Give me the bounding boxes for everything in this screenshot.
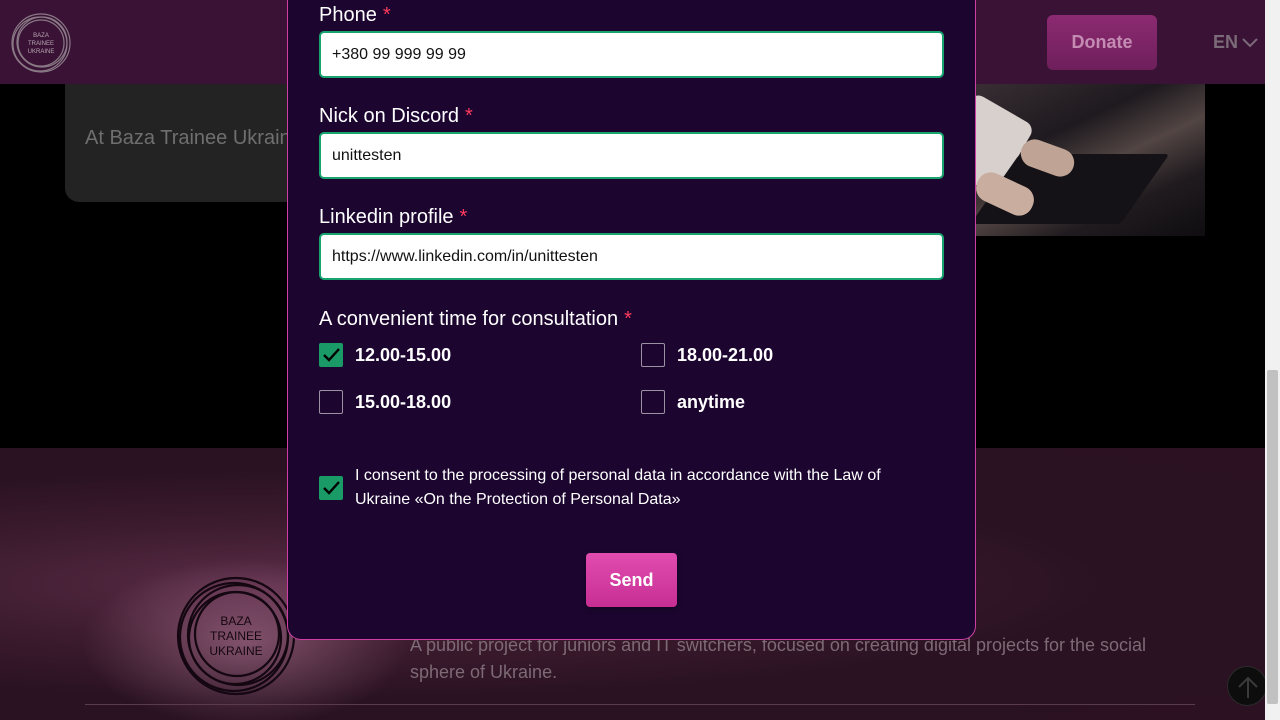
- scroll-to-top-button[interactable]: [1227, 666, 1267, 706]
- discord-input[interactable]: [319, 132, 944, 179]
- time-option-label[interactable]: 12.00-15.00: [355, 345, 451, 366]
- background-photo: [960, 84, 1205, 236]
- scrollbar-thumb[interactable]: [1267, 370, 1278, 704]
- svg-text:BAZA: BAZA: [220, 614, 251, 628]
- consent-text: I consent to the processing of personal …: [355, 467, 881, 508]
- phone-input[interactable]: [319, 31, 944, 78]
- time-option-label[interactable]: anytime: [677, 392, 745, 413]
- language-label: EN: [1213, 32, 1239, 52]
- svg-text:TRAINEE: TRAINEE: [210, 629, 262, 643]
- svg-text:BAZA: BAZA: [33, 33, 49, 39]
- background-card-text: At Baza Trainee Ukraine people at once, …: [85, 127, 300, 149]
- consent-checkbox[interactable]: [319, 476, 343, 500]
- header-logo[interactable]: BAZA TRAINEE UKRAINE: [10, 12, 72, 74]
- language-selector[interactable]: EN: [1213, 32, 1258, 53]
- time-option-checkbox[interactable]: [641, 390, 665, 414]
- linkedin-label: Linkedin profile *: [319, 206, 468, 228]
- discord-label: Nick on Discord *: [319, 105, 473, 127]
- scrollbar[interactable]: [1265, 0, 1280, 720]
- chevron-down-icon: [1242, 37, 1258, 47]
- footer-divider: [85, 704, 1195, 705]
- time-option-label[interactable]: 15.00-18.00: [355, 392, 451, 413]
- footer-logo: BAZA TRAINEE UKRAINE: [176, 576, 296, 696]
- time-option-checkbox[interactable]: [319, 390, 343, 414]
- donate-button[interactable]: Donate: [1047, 15, 1157, 70]
- linkedin-input[interactable]: [319, 233, 944, 280]
- footer-description: A public project for juniors and IT swit…: [410, 635, 1147, 682]
- check-icon: [323, 481, 340, 495]
- check-icon: [323, 348, 340, 362]
- time-option-checkbox[interactable]: [319, 343, 343, 367]
- send-button[interactable]: Send: [586, 553, 677, 607]
- time-option-checkbox[interactable]: [641, 343, 665, 367]
- svg-text:UKRAINE: UKRAINE: [28, 49, 55, 55]
- phone-label: Phone *: [319, 4, 391, 26]
- consultation-time-label: A convenient time for consultation *: [319, 308, 632, 330]
- svg-text:TRAINEE: TRAINEE: [28, 41, 54, 47]
- arrow-up-icon: [1238, 676, 1258, 698]
- time-option-label[interactable]: 18.00-21.00: [677, 345, 773, 366]
- svg-text:UKRAINE: UKRAINE: [209, 644, 262, 658]
